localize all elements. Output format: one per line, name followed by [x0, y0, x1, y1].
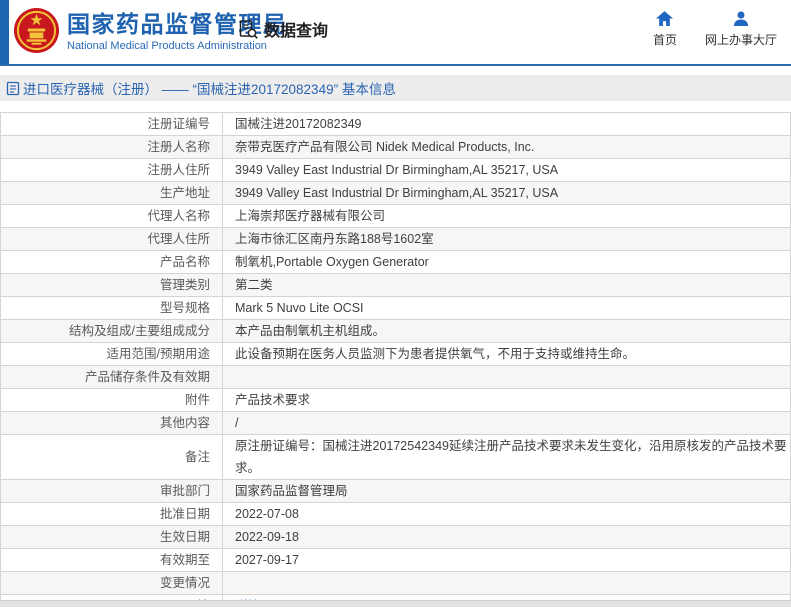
row-value: 上海崇邦医疗器械有限公司	[223, 205, 790, 227]
table-row: 其他内容/	[1, 412, 790, 435]
row-label: 附件	[1, 389, 223, 411]
row-label: 注册人住所	[1, 159, 223, 181]
row-value: 奈带克医疗产品有限公司 Nidek Medical Products, Inc.	[223, 136, 790, 158]
person-icon	[733, 11, 749, 26]
table-row: 批准日期2022-07-08	[1, 503, 790, 526]
table-row: 型号规格Mark 5 Nuvo Lite OCSI	[1, 297, 790, 320]
table-row: 注册人住所3949 Valley East Industrial Dr Birm…	[1, 159, 790, 182]
row-label: 管理类别	[1, 274, 223, 296]
table-row: 产品名称制氧机,Portable Oxygen Generator	[1, 251, 790, 274]
registration-info-table: 注册证编号国械注进20172082349注册人名称奈带克医疗产品有限公司 Nid…	[0, 112, 791, 607]
org-name-en: National Medical Products Administration	[67, 40, 288, 52]
table-row: 注册证编号国械注进20172082349	[1, 113, 790, 136]
data-query-nav[interactable]: 数据查询	[238, 17, 328, 41]
row-label: 其他内容	[1, 412, 223, 434]
table-row: 附件产品技术要求	[1, 389, 790, 412]
row-value: /	[223, 412, 790, 434]
row-label: 代理人住所	[1, 228, 223, 250]
nav-service-hall-label: 网上办事大厅	[705, 31, 777, 48]
row-label: 产品名称	[1, 251, 223, 273]
nav-home-label: 首页	[653, 31, 677, 48]
table-row: 变更情况	[1, 572, 790, 595]
row-label: 批准日期	[1, 503, 223, 525]
row-label: 生效日期	[1, 526, 223, 548]
row-value: 此设备预期在医务人员监测下为患者提供氧气，不用于支持或维持生命。	[223, 343, 790, 365]
footer-bar	[0, 600, 791, 607]
row-label: 备注	[1, 435, 223, 479]
breadcrumb-text: 进口医疗器械（注册） —— “国械注进20172082349” 基本信息	[23, 78, 396, 98]
home-icon	[656, 11, 673, 26]
row-value	[223, 572, 790, 594]
table-row: 审批部门国家药品监督管理局	[1, 480, 790, 503]
row-label: 适用范围/预期用途	[1, 343, 223, 365]
table-row: 代理人名称上海崇邦医疗器械有限公司	[1, 205, 790, 228]
row-value: 第二类	[223, 274, 790, 296]
row-label: 有效期至	[1, 549, 223, 571]
header-divider	[0, 64, 791, 66]
row-value	[223, 366, 790, 388]
data-query-label: 数据查询	[264, 17, 328, 41]
table-row: 结构及组成/主要组成成分本产品由制氧机主机组成。	[1, 320, 790, 343]
row-value: 上海市徐汇区南丹东路188号1602室	[223, 228, 790, 250]
table-row: 注册人名称奈带克医疗产品有限公司 Nidek Medical Products,…	[1, 136, 790, 159]
breadcrumb: 进口医疗器械（注册） —— “国械注进20172082349” 基本信息	[0, 75, 791, 101]
row-value: 国家药品监督管理局	[223, 480, 790, 502]
row-label: 生产地址	[1, 182, 223, 204]
page-header: 国家药品监督管理局 National Medical Products Admi…	[0, 0, 791, 64]
row-value: 3949 Valley East Industrial Dr Birmingha…	[223, 182, 790, 204]
top-nav: 首页 网上办事大厅	[653, 11, 777, 48]
table-row: 适用范围/预期用途此设备预期在医务人员监测下为患者提供氧气，不用于支持或维持生命…	[1, 343, 790, 366]
row-value: 本产品由制氧机主机组成。	[223, 320, 790, 342]
row-value: 2022-07-08	[223, 503, 790, 525]
row-value: 2027-09-17	[223, 549, 790, 571]
left-accent-strip	[0, 0, 9, 64]
row-label: 型号规格	[1, 297, 223, 319]
table-row: 管理类别第二类	[1, 274, 790, 297]
national-emblem-icon	[13, 7, 60, 54]
table-row: 备注原注册证编号：国械注进20172542349延续注册产品技术要求未发生变化，…	[1, 435, 790, 480]
table-row: 生产地址3949 Valley East Industrial Dr Birmi…	[1, 182, 790, 205]
row-value: 3949 Valley East Industrial Dr Birmingha…	[223, 159, 790, 181]
row-label: 代理人名称	[1, 205, 223, 227]
document-search-icon	[238, 19, 259, 40]
row-label: 产品储存条件及有效期	[1, 366, 223, 388]
row-value: Mark 5 Nuvo Lite OCSI	[223, 297, 790, 319]
table-row: 有效期至2027-09-17	[1, 549, 790, 572]
row-label: 注册证编号	[1, 113, 223, 135]
row-value: 国械注进20172082349	[223, 113, 790, 135]
table-row: 产品储存条件及有效期	[1, 366, 790, 389]
row-value: 产品技术要求	[223, 389, 790, 411]
row-label: 注册人名称	[1, 136, 223, 158]
row-label: 结构及组成/主要组成成分	[1, 320, 223, 342]
nav-home[interactable]: 首页	[653, 11, 677, 48]
row-value: 原注册证编号：国械注进20172542349延续注册产品技术要求未发生变化，沿用…	[223, 435, 790, 479]
row-label: 变更情况	[1, 572, 223, 594]
row-value: 2022-09-18	[223, 526, 790, 548]
document-icon	[6, 81, 20, 96]
row-label: 审批部门	[1, 480, 223, 502]
table-row: 代理人住所上海市徐汇区南丹东路188号1602室	[1, 228, 790, 251]
nav-service-hall[interactable]: 网上办事大厅	[705, 11, 777, 48]
row-value: 制氧机,Portable Oxygen Generator	[223, 251, 790, 273]
table-row: 生效日期2022-09-18	[1, 526, 790, 549]
